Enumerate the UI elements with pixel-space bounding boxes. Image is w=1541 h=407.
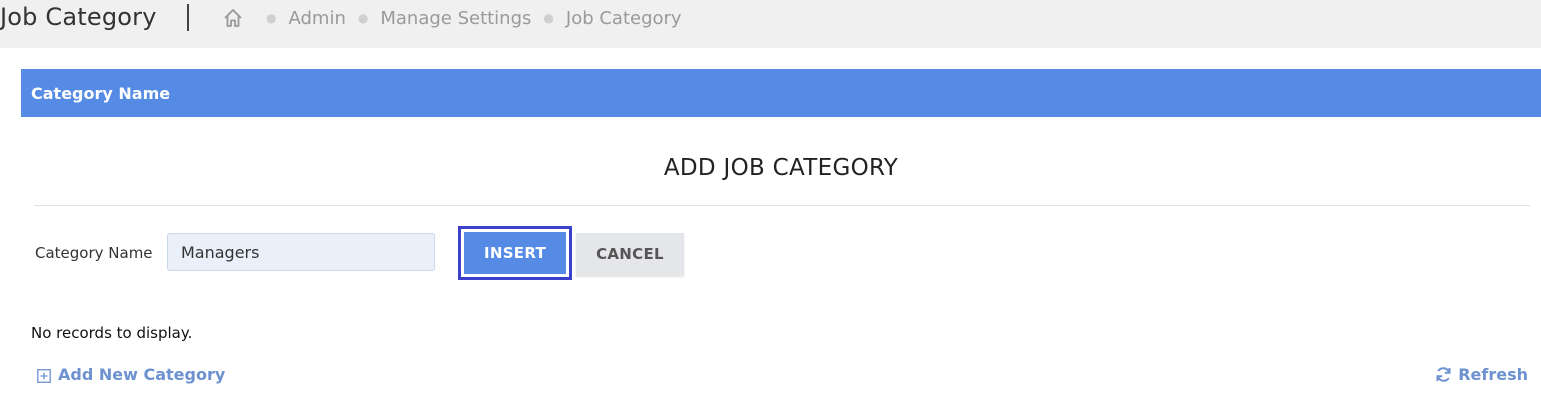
breadcrumb-separator: ● [543,11,554,25]
category-name-label: Category Name [35,244,153,262]
breadcrumb-separator: ● [357,11,369,25]
add-new-category-link[interactable]: Add New Category [37,365,225,384]
form-title: ADD JOB CATEGORY [663,155,899,181]
refresh-label: Refresh [1458,365,1528,384]
breadcrumb-separator: ● [266,11,277,25]
no-records-message: No records to display. [31,324,193,342]
refresh-link[interactable]: Refresh [1435,365,1528,384]
form-divider [34,205,1530,206]
breadcrumb-item-job-category: Job Category [565,7,682,29]
job-category-grid: Category Name ADD JOB CATEGORY Category … [21,69,1541,407]
cancel-button[interactable]: CANCEL [576,233,684,275]
breadcrumb-item-admin[interactable]: Admin [288,8,345,29]
home-icon[interactable] [222,7,244,29]
insert-button-focus-ring: INSERT [458,226,572,280]
page-title: Job Category [0,3,157,31]
insert-button[interactable]: INSERT [464,232,566,274]
plus-square-icon [37,368,51,383]
column-header-category-name[interactable]: Category Name [31,84,170,103]
breadcrumb-item-manage-settings[interactable]: Manage Settings [380,8,531,29]
title-separator [187,4,189,31]
grid-header: Category Name [21,69,1541,117]
add-new-category-label: Add New Category [58,365,226,384]
refresh-icon [1435,366,1452,383]
category-name-input[interactable] [167,233,435,271]
top-bar: Job Category ● Admin ● Manage Settings ●… [0,0,1541,48]
breadcrumb: ● Admin ● Manage Settings ● Job Category [222,7,682,29]
